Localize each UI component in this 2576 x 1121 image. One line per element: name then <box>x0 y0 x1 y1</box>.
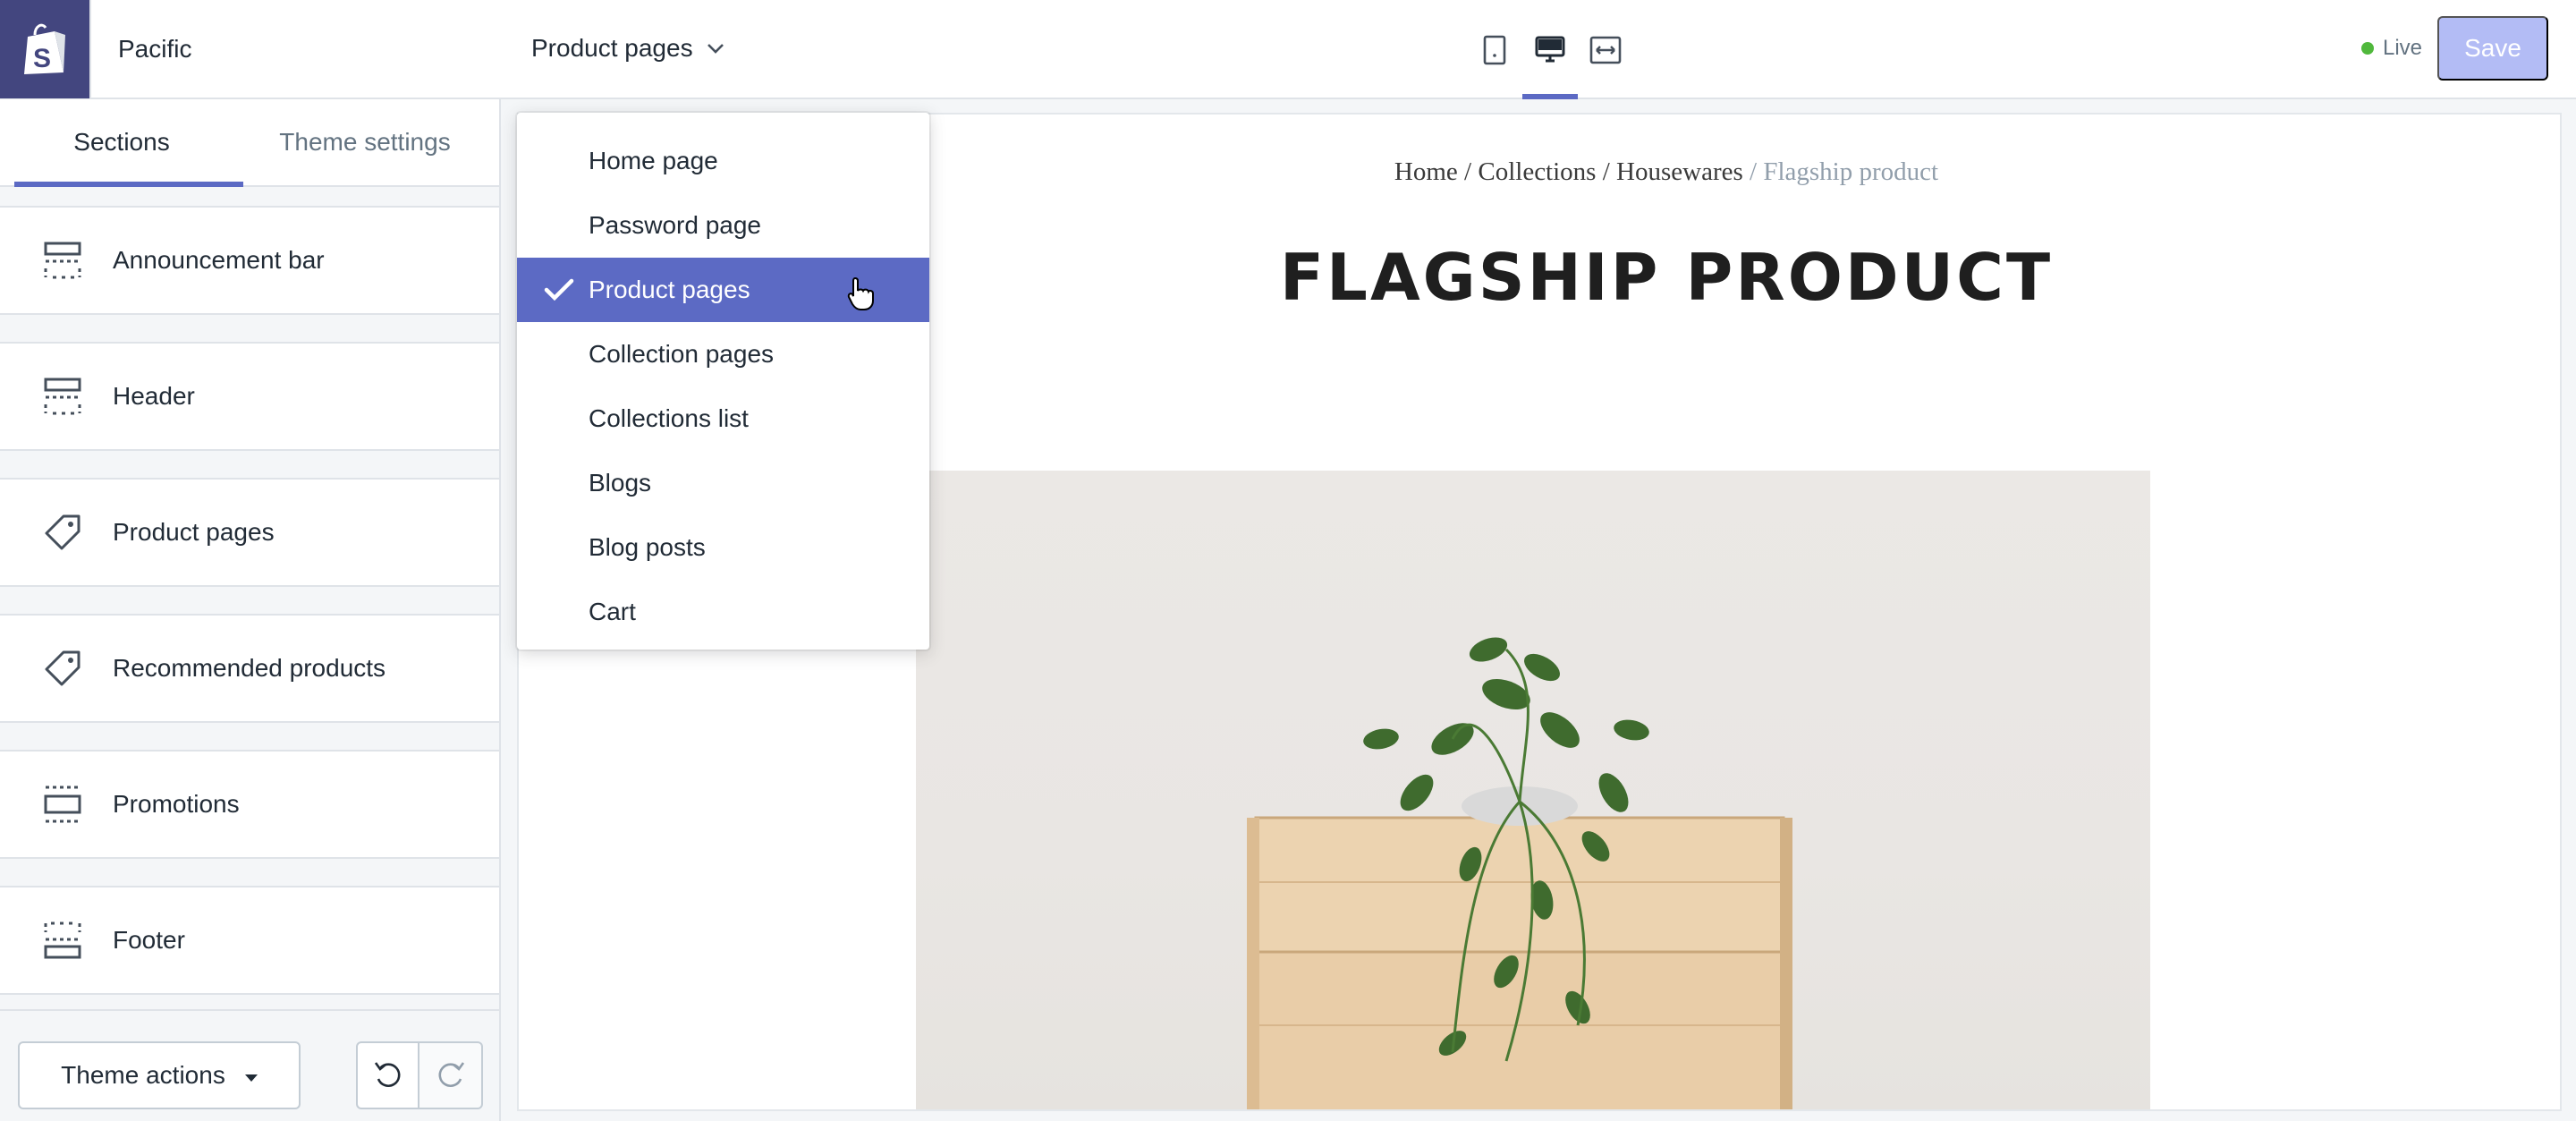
tag-icon <box>43 513 82 552</box>
section-item-product-pages[interactable]: Product pages <box>0 478 499 587</box>
dropdown-item-blog-posts[interactable]: Blog posts <box>517 515 929 580</box>
brand-divider <box>89 0 91 99</box>
section-item-label: Footer <box>113 926 185 954</box>
section-item-promotions[interactable]: Promotions <box>0 750 499 859</box>
breadcrumb-separator: / <box>1464 157 1472 186</box>
hand-pointer-cursor-icon <box>847 276 874 310</box>
redo-icon <box>438 1062 464 1087</box>
breadcrumb-separator: / <box>1750 157 1758 186</box>
redo-button[interactable] <box>419 1041 483 1109</box>
live-status: Live <box>2361 0 2422 97</box>
breadcrumb-home[interactable]: Home <box>1394 157 1458 186</box>
viewport-desktop-button[interactable] <box>1522 0 1578 99</box>
breadcrumb-collections[interactable]: Collections <box>1478 157 1596 186</box>
editor-topbar: Product pages Live Save <box>501 0 2576 99</box>
viewport-mobile-button[interactable] <box>1467 0 1522 99</box>
undo-redo-group <box>356 1041 483 1109</box>
dropdown-item-label: Product pages <box>589 276 750 303</box>
shopify-logo-icon[interactable]: S <box>0 0 89 98</box>
section-item-footer[interactable]: Footer <box>0 886 499 995</box>
chevron-down-icon <box>707 44 724 54</box>
section-item-header[interactable]: Header <box>0 342 499 451</box>
desktop-icon <box>1535 36 1565 62</box>
dropdown-item-collection-pages[interactable]: Collection pages <box>517 322 929 386</box>
section-item-label: Announcement bar <box>113 246 325 274</box>
tag-icon <box>43 649 82 688</box>
dropdown-item-password-page[interactable]: Password page <box>517 193 929 258</box>
editor-sidebar: S Pacific Sections Theme settings Announ… <box>0 0 501 1121</box>
section-layout-bottom-icon <box>43 921 82 960</box>
tab-theme-settings[interactable]: Theme settings <box>243 99 487 185</box>
section-item-label: Promotions <box>113 790 240 818</box>
section-layout-middle-icon <box>43 785 82 824</box>
breadcrumb-separator: / <box>1602 157 1610 186</box>
theme-actions-button[interactable]: Theme actions <box>18 1041 301 1109</box>
viewport-switcher <box>1467 0 1633 99</box>
mobile-icon <box>1483 35 1506 64</box>
page-type-dropdown: Home page Password page Product pages Co… <box>517 113 929 650</box>
section-item-recommended-products[interactable]: Recommended products <box>0 614 499 723</box>
section-item-announcement-bar[interactable]: Announcement bar <box>0 206 499 315</box>
dropdown-item-home-page[interactable]: Home page <box>517 129 929 193</box>
page-picker-label: Product pages <box>531 34 693 62</box>
section-layout-top-icon <box>43 241 82 280</box>
tab-sections[interactable]: Sections <box>0 99 243 187</box>
store-name: Pacific <box>118 34 192 63</box>
section-item-label: Product pages <box>113 518 275 546</box>
page-type-picker[interactable]: Product pages <box>531 0 725 97</box>
breadcrumb-housewares[interactable]: Housewares <box>1616 157 1743 186</box>
breadcrumb-current: Flagship product <box>1763 157 1939 186</box>
undo-icon <box>374 1062 400 1087</box>
undo-button[interactable] <box>356 1041 419 1109</box>
dropdown-item-blogs[interactable]: Blogs <box>517 451 929 515</box>
save-button[interactable]: Save <box>2437 16 2548 81</box>
theme-actions-label: Theme actions <box>61 1061 225 1089</box>
svg-text:S: S <box>33 44 51 73</box>
sidebar-footer: Theme actions <box>0 1009 499 1121</box>
section-item-label: Recommended products <box>113 654 386 682</box>
dropdown-item-collections-list[interactable]: Collections list <box>517 386 929 451</box>
dropdown-item-cart[interactable]: Cart <box>517 580 929 644</box>
live-dot-icon <box>2361 42 2374 55</box>
fullscreen-icon <box>1589 36 1622 64</box>
store-header: S Pacific <box>0 0 501 99</box>
caret-down-icon <box>244 1074 258 1082</box>
dropdown-item-product-pages[interactable]: Product pages <box>517 258 929 322</box>
plant-crate-illustration <box>1247 637 1792 1109</box>
section-list: Announcement bar Header Product pages Re… <box>0 206 499 1022</box>
viewport-fullscreen-button[interactable] <box>1578 0 1633 99</box>
section-layout-top-icon <box>43 377 82 416</box>
section-item-label: Header <box>113 382 195 410</box>
product-image[interactable] <box>916 471 2150 1109</box>
live-status-label: Live <box>2383 36 2423 60</box>
checkmark-icon <box>544 278 574 301</box>
sidebar-tabs: Sections Theme settings <box>0 99 499 187</box>
